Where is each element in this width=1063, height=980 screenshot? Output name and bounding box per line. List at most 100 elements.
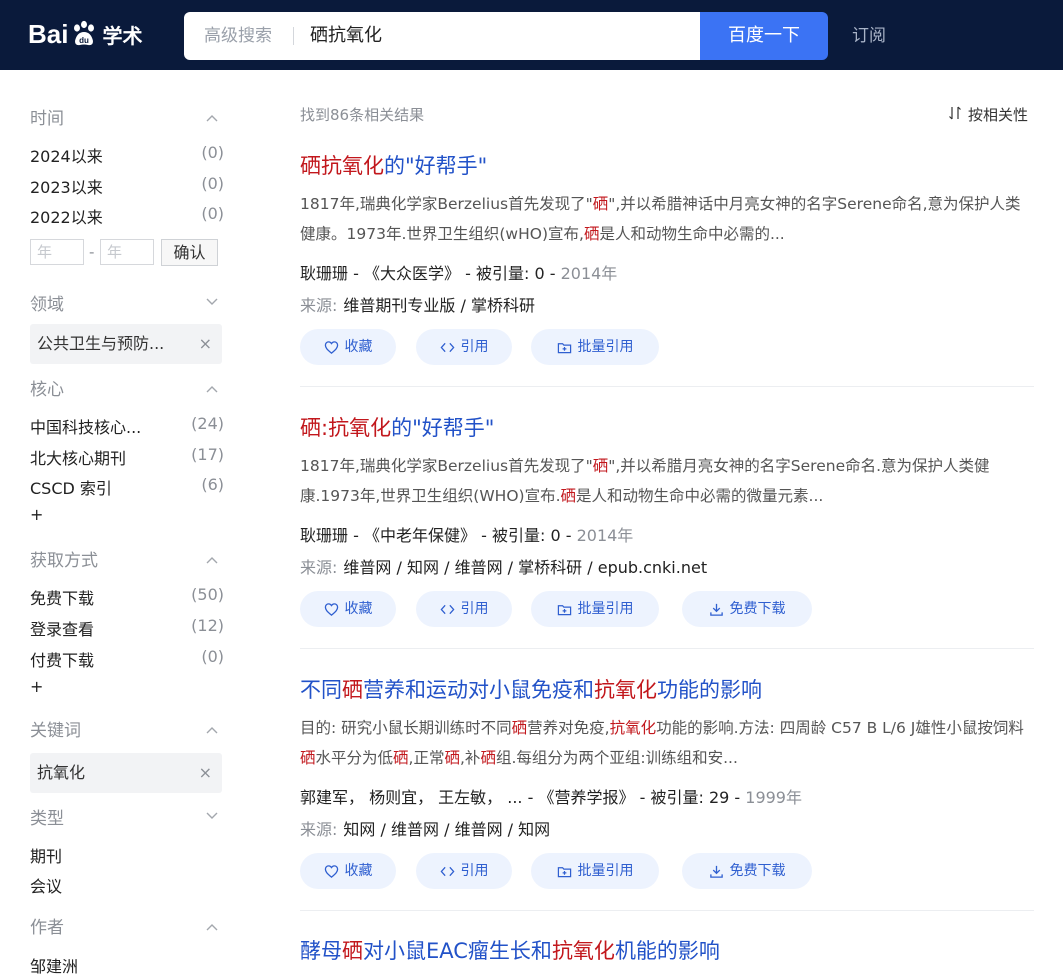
download-icon [709, 602, 730, 617]
filter-item[interactable]: 中国科技核心... (24) [30, 414, 224, 438]
source-link[interactable]: epub.cnki.net [598, 558, 707, 577]
filter-item[interactable]: 期刊 [30, 843, 224, 867]
source-link[interactable]: 掌桥科研 [471, 296, 535, 315]
filter-label: 邹建洲 [30, 957, 79, 976]
advanced-search-link[interactable]: 高级搜索 [204, 12, 272, 60]
filter-item[interactable]: 免费下载 (50) [30, 585, 224, 609]
filter-count: (12) [191, 616, 224, 635]
facet-title-author[interactable]: 作者 [30, 913, 64, 938]
journal-name[interactable]: 《营养学报》 [538, 788, 634, 807]
facet-title-type[interactable]: 类型 [30, 804, 64, 829]
year-to-input[interactable]: 年 [100, 239, 154, 265]
source-link[interactable]: 维普期刊专业版 [343, 296, 455, 315]
facet-title-field[interactable]: 领域 [30, 290, 64, 315]
button-label: 引用 [460, 601, 489, 617]
batch-cite-button[interactable]: 批量引用 [531, 591, 659, 627]
batch-cite-button[interactable]: 批量引用 [531, 853, 659, 889]
source-label: 来源: [300, 296, 338, 315]
source-link[interactable]: 维普网 [391, 820, 439, 839]
collect-button[interactable]: 收藏 [300, 591, 396, 627]
free-download-button[interactable]: 免费下载 [682, 853, 812, 889]
filter-item[interactable]: 登录查看 (12) [30, 616, 224, 640]
result-abstract: 目的: 研究小鼠长期训练时不同硒营养对免疫,抗氧化功能的影响.方法: 四周龄 C… [300, 713, 1034, 773]
filter-item[interactable]: 邹建洲 [30, 953, 224, 977]
search-input[interactable] [310, 12, 690, 60]
source-link[interactable]: 知网 [518, 820, 550, 839]
chevron-down-icon[interactable] [204, 293, 220, 309]
text-segment: ,补 [460, 749, 481, 767]
publish-year: 2014年 [560, 264, 618, 283]
collect-button[interactable]: 收藏 [300, 853, 396, 889]
author-list[interactable]: 郭建军， 杨则宜， 王左敏， ... [300, 788, 523, 807]
baidu-scholar-logo[interactable]: Bai du 学术 [28, 14, 142, 54]
subscribe-link[interactable]: 订阅 [852, 12, 886, 60]
sort-toggle[interactable]: 按相关性 [948, 104, 1028, 125]
filter-item[interactable]: 北大核心期刊 (17) [30, 445, 224, 469]
highlight-text: 硒 [560, 487, 577, 505]
collect-button[interactable]: 收藏 [300, 329, 396, 365]
filter-item[interactable]: CSCD 索引 (6) [30, 475, 224, 499]
filter-item[interactable]: 2023以来 (0) [30, 174, 224, 198]
result-sources: 来源: 知网 / 维普网 / 维普网 / 知网 [300, 820, 551, 839]
text-segment: 功能的影响 [657, 678, 762, 702]
button-label: 收藏 [344, 863, 373, 879]
source-link[interactable]: 维普网 [455, 820, 503, 839]
close-icon[interactable]: × [199, 324, 212, 364]
author-list[interactable]: 耿珊珊 [300, 264, 348, 283]
journal-name[interactable]: 《中老年保健》 [364, 526, 476, 545]
filter-item[interactable]: 2022以来 (0) [30, 204, 224, 228]
filter-label: 2023以来 [30, 178, 103, 197]
source-link[interactable]: 维普网 [455, 558, 503, 577]
highlight-text: 硒 [342, 939, 363, 963]
source-link[interactable]: 维普网 [343, 558, 391, 577]
result-title[interactable]: 硒抗氧化的"好帮手" [300, 150, 487, 180]
chevron-up-icon[interactable] [204, 919, 220, 935]
highlight-text: 抗氧化 [551, 939, 615, 963]
source-link[interactable]: 掌桥科研 [518, 558, 582, 577]
cite-button[interactable]: 引用 [416, 329, 512, 365]
text-segment: 营养和运动对小鼠免疫和 [363, 678, 594, 702]
facet-title-core[interactable]: 核心 [30, 375, 64, 400]
filter-item[interactable]: 会议 [30, 873, 224, 897]
facet-title-time[interactable]: 时间 [30, 104, 64, 129]
filter-label: 2024以来 [30, 147, 103, 166]
result-title[interactable]: 硒:抗氧化的"好帮手" [300, 412, 494, 442]
expand-more-button[interactable]: + [30, 505, 43, 524]
result-title[interactable]: 酵母硒对小鼠EAC瘤生长和抗氧化机能的影响 [300, 935, 720, 965]
logo-text: Bai [28, 18, 69, 49]
year-from-input[interactable]: 年 [30, 239, 84, 265]
chevron-up-icon[interactable] [204, 110, 220, 126]
top-bar: Bai du 学术 高级搜索 百度一下 订阅 [0, 0, 1063, 70]
text-segment: 的"好帮手" [384, 154, 488, 178]
filter-item[interactable]: 付费下载 (0) [30, 647, 224, 671]
facet-title-keyword[interactable]: 关键词 [30, 716, 81, 741]
button-label: 批量引用 [577, 339, 634, 355]
cited-label: 被引量: [650, 788, 704, 807]
cite-button[interactable]: 引用 [416, 853, 512, 889]
filter-item[interactable]: 2024以来 (0) [30, 143, 224, 167]
chevron-up-icon[interactable] [204, 722, 220, 738]
facet-title-access[interactable]: 获取方式 [30, 546, 98, 571]
chevron-up-icon[interactable] [204, 381, 220, 397]
chevron-down-icon[interactable] [204, 807, 220, 823]
source-link[interactable]: 知网 [407, 558, 439, 577]
batch-cite-button[interactable]: 批量引用 [531, 329, 659, 365]
source-link[interactable]: 知网 [343, 820, 375, 839]
chevron-up-icon[interactable] [204, 552, 220, 568]
cited-label: 被引量: [491, 526, 546, 545]
journal-name[interactable]: 《大众医学》 [364, 264, 460, 283]
author-list[interactable]: 耿珊珊 [300, 526, 348, 545]
button-label: 免费下载 [729, 601, 786, 617]
search-button[interactable]: 百度一下 [700, 12, 828, 60]
year-confirm-button[interactable]: 确认 [161, 239, 218, 266]
filter-count: (24) [191, 414, 224, 433]
cite-button[interactable]: 引用 [416, 591, 512, 627]
heart-icon [324, 340, 345, 355]
expand-more-button[interactable]: + [30, 677, 43, 696]
text-segment: 是人和动物生命中必需的... [599, 225, 785, 243]
result-title[interactable]: 不同硒营养和运动对小鼠免疫和抗氧化功能的影响 [300, 674, 762, 704]
free-download-button[interactable]: 免费下载 [682, 591, 812, 627]
text-segment: 不同 [300, 678, 342, 702]
text-segment: 机能的影响 [614, 939, 720, 963]
close-icon[interactable]: × [199, 753, 212, 793]
